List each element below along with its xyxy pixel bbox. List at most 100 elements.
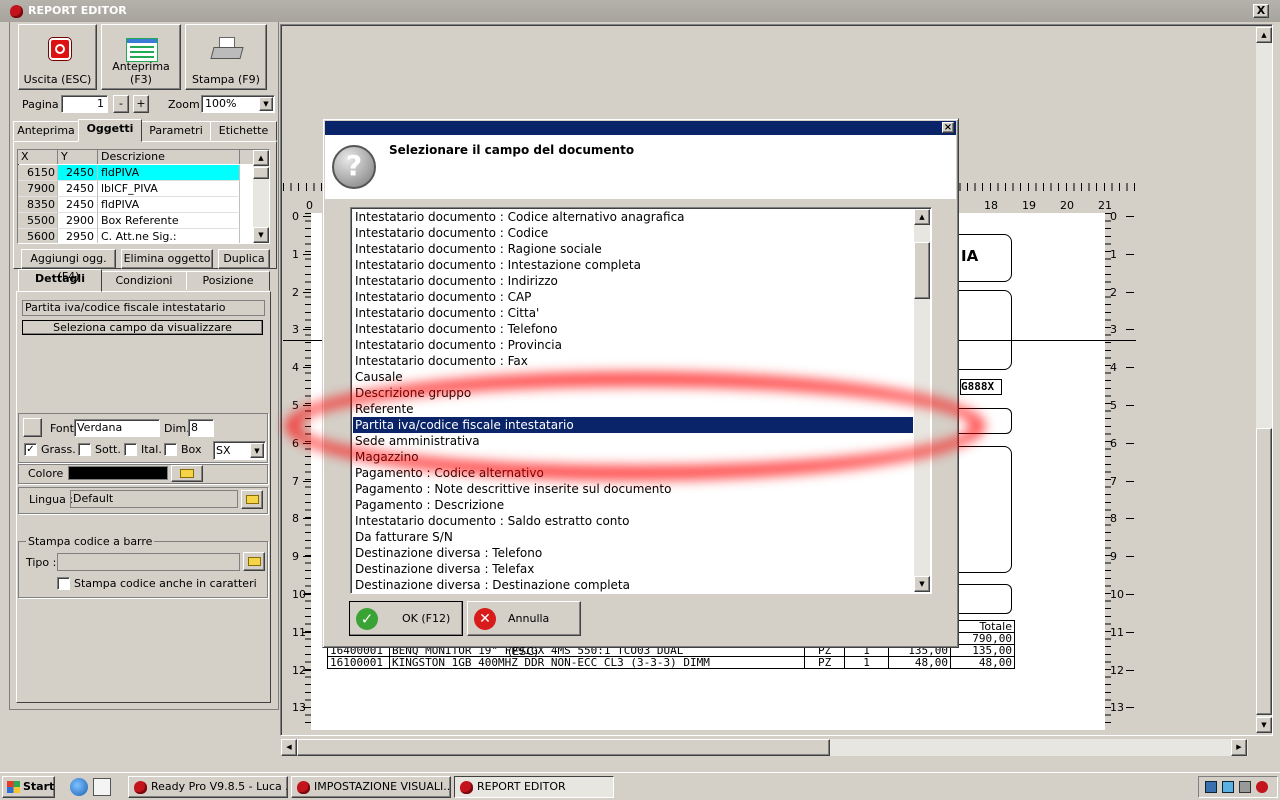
list-item[interactable]: Da fatturare S/N [353,529,913,545]
chevron-down-icon[interactable]: ▼ [250,443,264,458]
grid-scrollbar[interactable]: ▲ ▼ [253,150,269,243]
bold-checkbox[interactable]: ✓ [24,443,37,456]
window-close-button[interactable]: X [1253,4,1269,18]
list-scrollbar[interactable]: ▲ ▼ [914,209,930,592]
italic-checkbox[interactable] [124,443,137,456]
list-item[interactable]: Causale [353,369,913,385]
dialog-cancel-button[interactable]: ✕ Annulla (ESC) [467,601,581,658]
printer-tray-icon[interactable] [1239,781,1251,793]
barcode-chars-checkbox[interactable] [57,577,70,590]
tab-posizione[interactable]: Posizione [186,271,270,291]
print-button[interactable]: Stampa (F9) [185,24,267,90]
tab-dettagli[interactable]: Dettagli [18,269,102,292]
tab-etichette[interactable]: Etichette [210,121,277,141]
list-item[interactable]: Intestatario documento : Ragione sociale [353,241,913,257]
dim-input[interactable]: 8 [188,419,214,437]
scroll-up-icon[interactable]: ▲ [1256,27,1272,43]
field-listbox[interactable]: Intestatario documento : Codice alternat… [350,207,932,594]
list-item[interactable]: Descrizione gruppo [353,385,913,401]
network-icon[interactable] [1205,781,1217,793]
tray-app-icon[interactable] [1256,781,1268,793]
language-folder-button[interactable] [241,490,263,509]
report-payment-box[interactable] [950,584,1012,614]
list-item[interactable]: Pagamento : Note descrittive inserite su… [353,481,913,497]
dialog-close-button[interactable]: × [942,122,954,133]
page-minus-button[interactable]: - [113,95,129,113]
list-item[interactable]: Intestatario documento : Saldo estratto … [353,513,913,529]
add-object-button[interactable]: Aggiungi ogg.(F4) [21,249,116,283]
preview-vscroll[interactable]: ▲ ▼ [1256,27,1272,733]
list-item[interactable]: Intestatario documento : Intestazione co… [353,257,913,273]
desktop-icon[interactable] [93,778,111,796]
list-item[interactable]: Intestatario documento : Indirizzo [353,273,913,289]
ie-icon[interactable] [70,778,88,796]
scroll-down-icon[interactable]: ▼ [1256,717,1272,733]
report-destination-box[interactable] [950,446,1012,573]
tray-app-icon[interactable] [1222,781,1234,793]
zoom-select[interactable]: 100% ▼ [201,95,275,113]
list-item[interactable]: Referente [353,401,913,417]
tab-parametri[interactable]: Parametri [141,121,211,141]
delete-object-button[interactable]: Elimina oggetto [121,249,213,269]
list-item[interactable]: Intestatario documento : CAP [353,289,913,305]
grid-row[interactable]: 7900 2450 lblCF_PIVA [18,181,240,197]
report-row[interactable]: 16100001 KINGSTON 1GB 400MHZ DDR NON-ECC … [327,656,1015,669]
grid-row[interactable]: 5500 2900 Box Referente [18,213,240,229]
preview-button[interactable]: Anteprima (F3) [101,24,181,90]
report-referente-box[interactable] [950,408,1012,434]
scroll-up-icon[interactable]: ▲ [253,150,269,166]
scroll-left-icon[interactable]: ◀ [281,739,297,756]
start-button[interactable]: Start [2,776,55,798]
grid-header-x[interactable]: X [18,150,58,164]
grid-row[interactable]: 5600 2950 C. Att.ne Sig.: [18,229,240,243]
tab-condizioni[interactable]: Condizioni [101,271,187,291]
align-select[interactable]: SX ▼ [213,441,266,460]
scroll-thumb[interactable] [1256,428,1272,715]
report-address-box[interactable] [950,290,1012,370]
barcode-folder-button[interactable] [243,552,265,571]
list-item[interactable]: Magazzino [353,449,913,465]
task-report-editor[interactable]: REPORT EDITOR [454,776,614,798]
duplicate-button[interactable]: Duplica [218,249,270,269]
scroll-up-icon[interactable]: ▲ [914,209,930,225]
list-item[interactable]: Intestatario documento : Provincia [353,337,913,353]
list-item[interactable]: Sede amministrativa [353,433,913,449]
list-item[interactable]: Partita iva/codice fiscale intestatario [353,417,913,433]
tab-anteprima[interactable]: Anteprima [13,121,79,141]
list-item[interactable]: Pagamento : Descrizione [353,497,913,513]
scroll-thumb[interactable] [297,739,830,756]
grid-header-y[interactable]: Y [58,150,98,164]
grid-row[interactable]: 8350 2450 fldPIVA [18,197,240,213]
task-impostazione[interactable]: IMPOSTAZIONE VISUALI... [291,776,451,798]
underline-checkbox[interactable] [78,443,91,456]
preview-hscroll[interactable]: ◀ ▶ [281,739,1248,756]
exit-button[interactable]: Uscita (ESC) [18,24,97,90]
objects-grid[interactable]: X Y Descrizione 6150 2450 fldPIVA 7900 2… [17,149,270,244]
font-picker-button[interactable] [23,418,42,437]
list-item[interactable]: Destinazione diversa : Destinazione comp… [353,577,913,593]
scroll-thumb[interactable] [253,167,269,179]
tab-oggetti[interactable]: Oggetti [78,119,142,142]
list-item[interactable]: Pagamento : Codice alternativo [353,465,913,481]
list-item[interactable]: Intestatario documento : Telefono [353,321,913,337]
scroll-right-icon[interactable]: ▶ [1231,739,1247,756]
list-item[interactable]: Intestatario documento : Codice alternat… [353,209,913,225]
grid-header-desc[interactable]: Descrizione [98,150,240,164]
list-item[interactable]: Destinazione diversa : Telefono [353,545,913,561]
box-checkbox[interactable] [164,443,177,456]
report-header-box[interactable]: IA [950,234,1012,282]
page-plus-button[interactable]: + [133,95,149,113]
color-folder-button[interactable] [171,465,203,482]
list-item[interactable]: Destinazione diversa : Telefax [353,561,913,577]
chevron-down-icon[interactable]: ▼ [259,97,273,111]
color-swatch[interactable] [68,466,168,480]
report-piva-field[interactable]: G888X [960,379,1002,395]
language-input[interactable]: Default [70,490,238,508]
barcode-type-input[interactable] [57,553,240,571]
select-field-button[interactable]: Seleziona campo da visualizzare [22,320,263,335]
scroll-down-icon[interactable]: ▼ [253,227,269,243]
scroll-down-icon[interactable]: ▼ [914,576,930,592]
list-item[interactable]: Intestatario documento : Citta' [353,305,913,321]
page-input[interactable]: 1 [61,95,108,113]
scroll-thumb[interactable] [914,242,930,299]
